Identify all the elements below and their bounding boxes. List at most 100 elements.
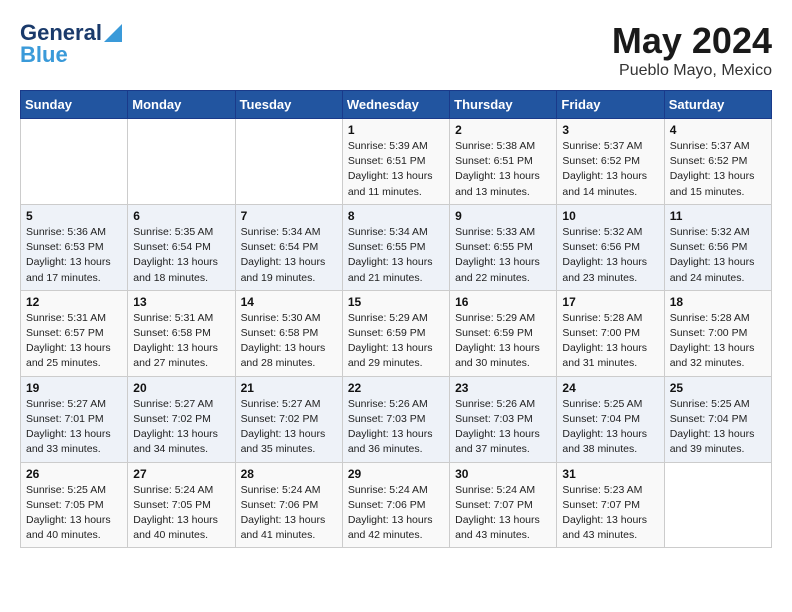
day-number: 29	[348, 467, 444, 481]
calendar-day-20: 20 Sunrise: 5:27 AMSunset: 7:02 PMDayligh…	[128, 376, 235, 462]
day-number: 18	[670, 295, 766, 309]
day-info: Sunrise: 5:28 AMSunset: 7:00 PMDaylight:…	[670, 311, 766, 372]
day-info: Sunrise: 5:27 AMSunset: 7:02 PMDaylight:…	[133, 397, 229, 458]
calendar-day-3: 3Sunrise: 5:37 AMSunset: 6:52 PMDaylight…	[557, 119, 664, 205]
day-number: 11	[670, 209, 766, 223]
day-info: Sunrise: 5:27 AMSunset: 7:01 PMDaylight:…	[26, 397, 122, 458]
calendar-day-26: 26 Sunrise: 5:25 AMSunset: 7:05 PMDayligh…	[21, 462, 128, 548]
day-info: Sunrise: 5:34 AMSunset: 6:55 PMDaylight:…	[348, 225, 444, 286]
calendar-day-5: 5Sunrise: 5:36 AMSunset: 6:53 PMDaylight…	[21, 204, 128, 290]
day-number: 10	[562, 209, 658, 223]
calendar-day-13: 13Sunrise: 5:31 AMSunset: 6:58 PMDayligh…	[128, 290, 235, 376]
day-number: 19	[26, 381, 122, 395]
calendar-day-6: 6 Sunrise: 5:35 AMSunset: 6:54 PMDaylight…	[128, 204, 235, 290]
empty-cell	[21, 119, 128, 205]
calendar-day-14: 14 Sunrise: 5:30 AMSunset: 6:58 PMDayligh…	[235, 290, 342, 376]
calendar-day-17: 17Sunrise: 5:28 AMSunset: 7:00 PMDayligh…	[557, 290, 664, 376]
day-info: Sunrise: 5:39 AMSunset: 6:51 PMDaylight:…	[348, 139, 444, 200]
day-number: 31	[562, 467, 658, 481]
calendar-week-4: 19 Sunrise: 5:27 AMSunset: 7:01 PMDayligh…	[21, 376, 772, 462]
calendar-day-10: 10 Sunrise: 5:32 AMSunset: 6:56 PMDayligh…	[557, 204, 664, 290]
calendar-day-24: 24 Sunrise: 5:25 AMSunset: 7:04 PMDayligh…	[557, 376, 664, 462]
day-number: 27	[133, 467, 229, 481]
day-info: Sunrise: 5:30 AMSunset: 6:58 PMDaylight:…	[241, 311, 337, 372]
calendar-week-1: 1 Sunrise: 5:39 AMSunset: 6:51 PMDaylight…	[21, 119, 772, 205]
calendar-day-29: 29Sunrise: 5:24 AMSunset: 7:06 PMDayligh…	[342, 462, 449, 548]
day-info: Sunrise: 5:25 AMSunset: 7:05 PMDaylight:…	[26, 483, 122, 544]
day-number: 9	[455, 209, 551, 223]
day-number: 7	[241, 209, 337, 223]
calendar-day-16: 16 Sunrise: 5:29 AMSunset: 6:59 PMDayligh…	[450, 290, 557, 376]
day-number: 6	[133, 209, 229, 223]
logo-blue: Blue	[20, 42, 68, 68]
calendar-day-9: 9 Sunrise: 5:33 AMSunset: 6:55 PMDaylight…	[450, 204, 557, 290]
day-number: 20	[133, 381, 229, 395]
day-info: Sunrise: 5:24 AMSunset: 7:05 PMDaylight:…	[133, 483, 229, 544]
day-number: 26	[26, 467, 122, 481]
location-subtitle: Pueblo Mayo, Mexico	[612, 62, 772, 80]
calendar-day-11: 11 Sunrise: 5:32 AMSunset: 6:56 PMDayligh…	[664, 204, 771, 290]
calendar-day-25: 25Sunrise: 5:25 AMSunset: 7:04 PMDayligh…	[664, 376, 771, 462]
day-number: 23	[455, 381, 551, 395]
day-number: 2	[455, 123, 551, 137]
day-info: Sunrise: 5:29 AMSunset: 6:59 PMDaylight:…	[455, 311, 551, 372]
logo: General Blue	[20, 20, 122, 68]
day-number: 4	[670, 123, 766, 137]
logo-triangle-icon	[104, 24, 122, 42]
day-info: Sunrise: 5:36 AMSunset: 6:53 PMDaylight:…	[26, 225, 122, 286]
day-info: Sunrise: 5:35 AMSunset: 6:54 PMDaylight:…	[133, 225, 229, 286]
empty-cell	[128, 119, 235, 205]
day-info: Sunrise: 5:26 AMSunset: 7:03 PMDaylight:…	[348, 397, 444, 458]
day-number: 22	[348, 381, 444, 395]
day-number: 12	[26, 295, 122, 309]
day-info: Sunrise: 5:24 AMSunset: 7:07 PMDaylight:…	[455, 483, 551, 544]
day-number: 15	[348, 295, 444, 309]
day-info: Sunrise: 5:32 AMSunset: 6:56 PMDaylight:…	[670, 225, 766, 286]
day-number: 30	[455, 467, 551, 481]
calendar-day-15: 15 Sunrise: 5:29 AMSunset: 6:59 PMDayligh…	[342, 290, 449, 376]
day-number: 14	[241, 295, 337, 309]
calendar-week-3: 12Sunrise: 5:31 AMSunset: 6:57 PMDayligh…	[21, 290, 772, 376]
day-info: Sunrise: 5:23 AMSunset: 7:07 PMDaylight:…	[562, 483, 658, 544]
calendar-day-22: 22 Sunrise: 5:26 AMSunset: 7:03 PMDayligh…	[342, 376, 449, 462]
weekday-header-sunday: Sunday	[21, 91, 128, 119]
calendar-day-31: 31 Sunrise: 5:23 AMSunset: 7:07 PMDayligh…	[557, 462, 664, 548]
day-info: Sunrise: 5:29 AMSunset: 6:59 PMDaylight:…	[348, 311, 444, 372]
calendar-day-4: 4 Sunrise: 5:37 AMSunset: 6:52 PMDaylight…	[664, 119, 771, 205]
weekday-header-wednesday: Wednesday	[342, 91, 449, 119]
day-info: Sunrise: 5:26 AMSunset: 7:03 PMDaylight:…	[455, 397, 551, 458]
day-info: Sunrise: 5:33 AMSunset: 6:55 PMDaylight:…	[455, 225, 551, 286]
calendar-day-19: 19 Sunrise: 5:27 AMSunset: 7:01 PMDayligh…	[21, 376, 128, 462]
weekday-header-thursday: Thursday	[450, 91, 557, 119]
day-number: 3	[562, 123, 658, 137]
day-number: 8	[348, 209, 444, 223]
day-info: Sunrise: 5:34 AMSunset: 6:54 PMDaylight:…	[241, 225, 337, 286]
calendar-day-27: 27 Sunrise: 5:24 AMSunset: 7:05 PMDayligh…	[128, 462, 235, 548]
calendar-day-1: 1 Sunrise: 5:39 AMSunset: 6:51 PMDaylight…	[342, 119, 449, 205]
calendar-day-21: 21Sunrise: 5:27 AMSunset: 7:02 PMDayligh…	[235, 376, 342, 462]
day-info: Sunrise: 5:24 AMSunset: 7:06 PMDaylight:…	[241, 483, 337, 544]
calendar-table: SundayMondayTuesdayWednesdayThursdayFrid…	[20, 90, 772, 548]
empty-cell	[664, 462, 771, 548]
calendar-day-18: 18 Sunrise: 5:28 AMSunset: 7:00 PMDayligh…	[664, 290, 771, 376]
day-info: Sunrise: 5:31 AMSunset: 6:58 PMDaylight:…	[133, 311, 229, 372]
weekday-header-row: SundayMondayTuesdayWednesdayThursdayFrid…	[21, 91, 772, 119]
calendar-day-23: 23 Sunrise: 5:26 AMSunset: 7:03 PMDayligh…	[450, 376, 557, 462]
day-number: 25	[670, 381, 766, 395]
calendar-week-2: 5Sunrise: 5:36 AMSunset: 6:53 PMDaylight…	[21, 204, 772, 290]
day-number: 1	[348, 123, 444, 137]
day-number: 21	[241, 381, 337, 395]
page-header: General Blue May 2024 Pueblo Mayo, Mexic…	[20, 20, 772, 80]
day-number: 16	[455, 295, 551, 309]
day-info: Sunrise: 5:37 AMSunset: 6:52 PMDaylight:…	[670, 139, 766, 200]
day-info: Sunrise: 5:32 AMSunset: 6:56 PMDaylight:…	[562, 225, 658, 286]
weekday-header-monday: Monday	[128, 91, 235, 119]
day-number: 24	[562, 381, 658, 395]
day-info: Sunrise: 5:28 AMSunset: 7:00 PMDaylight:…	[562, 311, 658, 372]
day-info: Sunrise: 5:25 AMSunset: 7:04 PMDaylight:…	[562, 397, 658, 458]
calendar-day-12: 12Sunrise: 5:31 AMSunset: 6:57 PMDayligh…	[21, 290, 128, 376]
calendar-day-7: 7 Sunrise: 5:34 AMSunset: 6:54 PMDaylight…	[235, 204, 342, 290]
calendar-day-30: 30 Sunrise: 5:24 AMSunset: 7:07 PMDayligh…	[450, 462, 557, 548]
weekday-header-friday: Friday	[557, 91, 664, 119]
empty-cell	[235, 119, 342, 205]
